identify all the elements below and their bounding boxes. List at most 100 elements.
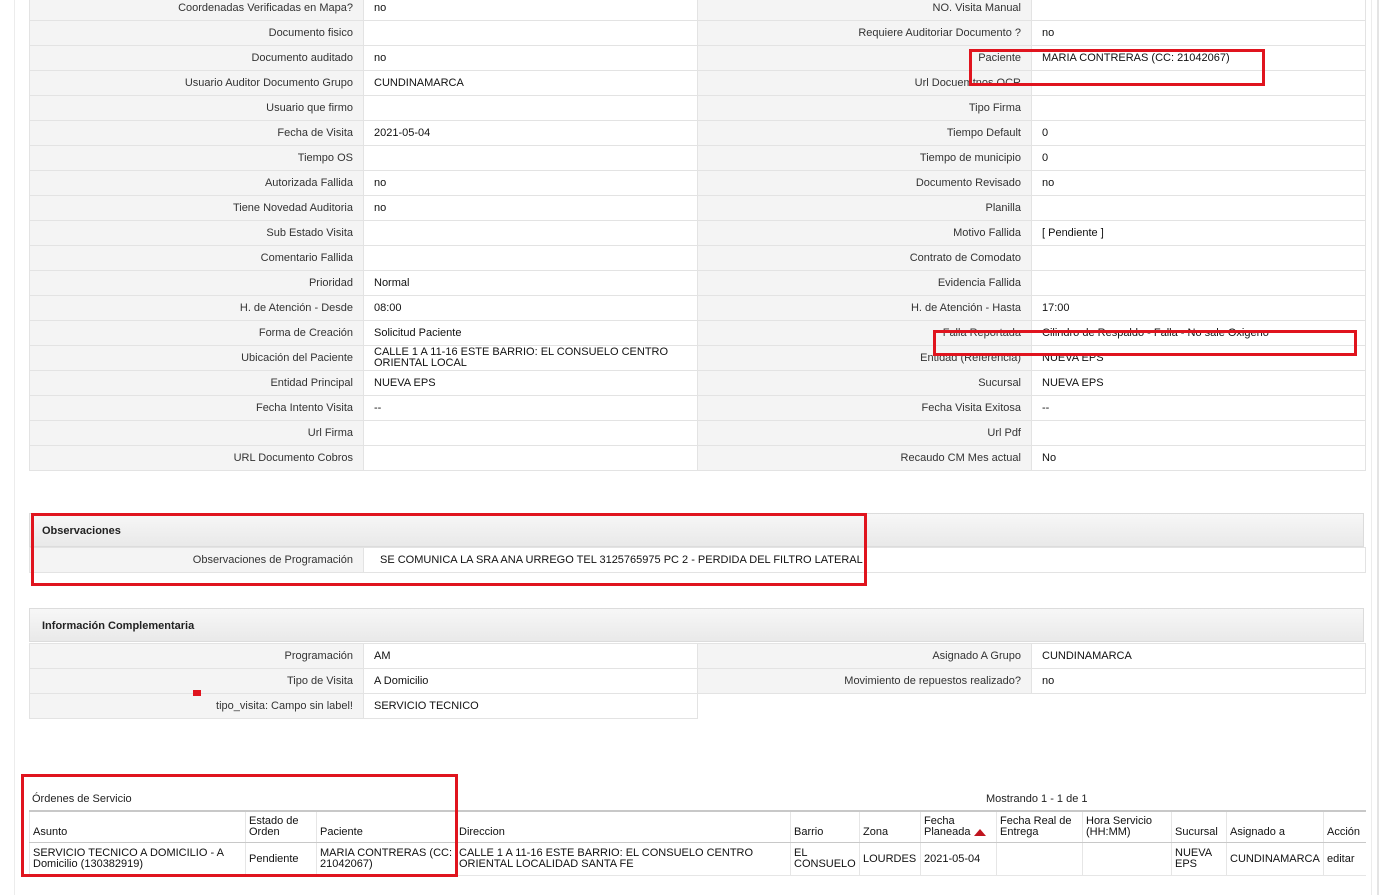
field-value: CUNDINAMARCA — [363, 70, 698, 96]
field-label: Tipo Firma — [697, 95, 1032, 121]
cell-zona: LOURDES — [859, 842, 921, 876]
col-sucursal[interactable]: Sucursal — [1171, 810, 1227, 843]
field-label: Url Docuemtnos OCR — [697, 70, 1032, 96]
field-value: NUEVA EPS — [363, 370, 698, 396]
asignado-grupo-value: CUNDINAMARCA — [1031, 643, 1366, 669]
field-value: 08:00 — [363, 295, 698, 321]
field-value: 0 — [1031, 120, 1366, 146]
scrollbar-track[interactable] — [1377, 0, 1379, 895]
field-label: Recaudo CM Mes actual — [697, 445, 1032, 471]
field-value: no — [1031, 20, 1366, 46]
field-value — [1031, 245, 1366, 271]
field-value: CALLE 1 A 11-16 ESTE BARRIO: EL CONSUELO… — [363, 345, 698, 371]
field-value — [1031, 270, 1366, 296]
detail-row: Fecha Intento Visita -- Fecha Visita Exito… — [29, 395, 1366, 421]
field-value — [1031, 420, 1366, 446]
observaciones-label: Observaciones de Programación — [29, 547, 364, 573]
programacion-value: AM — [363, 643, 698, 669]
field-label: Usuario Auditor Documento Grupo — [29, 70, 364, 96]
field-label: Prioridad — [29, 270, 364, 296]
detail-row: Entidad Principal NUEVA EPS Sucursal NUEVA … — [29, 370, 1366, 396]
detail-row: Coordenadas Verificadas en Mapa? no NO. Vi… — [29, 0, 1366, 21]
field-value — [363, 420, 698, 446]
detail-row: Tiempo OS Tiempo de municipio 0 — [29, 145, 1366, 171]
repuestos-value: no — [1031, 668, 1366, 694]
field-value: no — [363, 195, 698, 221]
field-label: Tiene Novedad Auditoria — [29, 195, 364, 221]
field-label: Contrato de Comodato — [697, 245, 1032, 271]
cell-fecha-planeada: 2021-05-04 — [920, 842, 997, 876]
detail-row: Fecha de Visita 2021-05-04 Tiempo Default 0 — [29, 120, 1366, 146]
field-value — [1031, 70, 1366, 96]
field-label: H. de Atención - Desde — [29, 295, 364, 321]
field-label: Fecha Intento Visita — [29, 395, 364, 421]
col-hora[interactable]: Hora Servicio (HH:MM) — [1082, 810, 1172, 843]
info-complementaria-header: Información Complementaria — [29, 608, 1364, 642]
field-label: Tiempo de municipio — [697, 145, 1032, 171]
tipo-visita-raw-value: SERVICIO TECNICO — [363, 693, 698, 719]
col-estado[interactable]: Estado de Orden — [245, 810, 317, 843]
field-label: Tiempo Default — [697, 120, 1032, 146]
orders-count: Mostrando 1 - 1 de 1 — [986, 793, 1088, 805]
field-value: NUEVA EPS — [1031, 370, 1366, 396]
asignado-grupo-label: Asignado A Grupo — [697, 643, 1032, 669]
field-label: Usuario que firmo — [29, 95, 364, 121]
cell-barrio: EL CONSUELO — [790, 842, 860, 876]
field-label: NO. Visita Manual — [697, 0, 1032, 21]
detail-row: Prioridad Normal Evidencia Fallida — [29, 270, 1366, 296]
field-value: -- — [363, 395, 698, 421]
field-label: URL Documento Cobros — [29, 445, 364, 471]
field-value: no — [363, 45, 698, 71]
field-value — [1031, 0, 1366, 21]
field-value — [363, 20, 698, 46]
col-paciente[interactable]: Paciente — [316, 810, 456, 843]
field-label: Url Firma — [29, 420, 364, 446]
field-value — [363, 220, 698, 246]
programacion-label: Programación — [29, 643, 364, 669]
field-value: MARIA CONTRERAS (CC: 21042067) — [1031, 45, 1366, 71]
col-fecha-planeada-label: Fecha Planeada — [924, 815, 971, 838]
orders-table: Asunto Estado de Orden Paciente Direccio… — [29, 810, 1366, 876]
field-label: Url Pdf — [697, 420, 1032, 446]
detail-row: Documento auditado no Paciente MARIA CONTRE… — [29, 45, 1366, 71]
field-label: Fecha de Visita — [29, 120, 364, 146]
cell-hora — [1082, 842, 1172, 876]
col-asunto[interactable]: Asunto — [29, 810, 246, 843]
edit-link[interactable]: editar — [1323, 842, 1366, 876]
detail-row: H. de Atención - Desde 08:00 H. de Atenció… — [29, 295, 1366, 321]
col-direccion[interactable]: Direccion — [455, 810, 791, 843]
field-label: Fecha Visita Exitosa — [697, 395, 1032, 421]
field-label: Evidencia Fallida — [697, 270, 1032, 296]
detail-row: Tiene Novedad Auditoria no Planilla — [29, 195, 1366, 221]
detail-row: Sub Estado Visita Motivo Fallida[ Pendien… — [29, 220, 1366, 246]
repuestos-label: Movimiento de repuestos realizado? — [697, 668, 1032, 694]
cell-sucursal: NUEVA EPS — [1171, 842, 1227, 876]
cell-estado: Pendiente — [245, 842, 317, 876]
field-label: Motivo Fallida — [697, 220, 1032, 246]
detail-row: Usuario Auditor Documento Grupo CUNDINAMA… — [29, 70, 1366, 96]
tipo-visita-raw-label: tipo_visita: Campo sin label! — [29, 693, 364, 719]
field-label: Documento Revisado — [697, 170, 1032, 196]
empty-cell — [698, 694, 1032, 719]
col-asignado[interactable]: Asignado a — [1226, 810, 1324, 843]
col-fecha-real[interactable]: Fecha Real de Entrega — [996, 810, 1083, 843]
warning-marker — [193, 690, 201, 696]
detail-row: URL Documento Cobros Recaudo CM Mes actua… — [29, 445, 1366, 471]
field-label: Comentario Fallida — [29, 245, 364, 271]
col-barrio[interactable]: Barrio — [790, 810, 860, 843]
field-label: Falla Reportada — [697, 320, 1032, 346]
field-label: Entidad (Referencia) — [697, 345, 1032, 371]
observaciones-value: SE COMUNICA LA SRA ANA URREGO TEL 312576… — [363, 547, 1366, 573]
field-value: Normal — [363, 270, 698, 296]
field-value: Cilindro de Respaldo - Falla - No sale O… — [1031, 320, 1366, 346]
field-value: No — [1031, 445, 1366, 471]
col-zona[interactable]: Zona — [859, 810, 921, 843]
sort-ascending-icon[interactable] — [973, 828, 986, 836]
col-fecha-planeada[interactable]: Fecha Planeada — [920, 810, 997, 843]
field-value — [1031, 95, 1366, 121]
field-value: no — [1031, 170, 1366, 196]
field-label: H. de Atención - Hasta — [697, 295, 1032, 321]
field-value: 17:00 — [1031, 295, 1366, 321]
detail-row: Usuario que firmo Tipo Firma — [29, 95, 1366, 121]
field-value — [363, 145, 698, 171]
